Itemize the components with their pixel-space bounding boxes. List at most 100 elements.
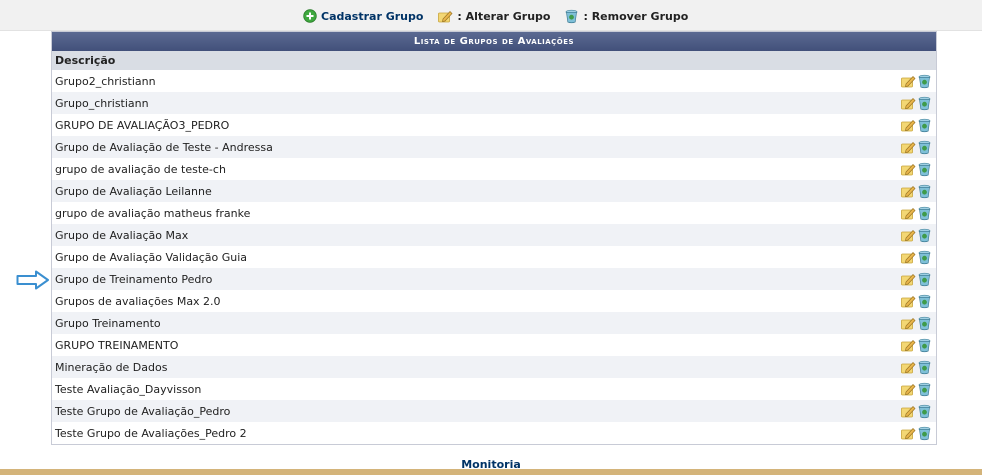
delete-icon[interactable] [917,316,932,331]
table-row: GRUPO DE AVALIAÇÃO3_PEDRO [52,114,936,136]
group-description: Mineração de Dados [55,360,168,374]
delete-icon[interactable] [917,272,932,287]
edit-icon[interactable] [900,249,916,265]
edit-icon[interactable] [900,359,916,375]
group-description: GRUPO TREINAMENTO [55,338,179,352]
row-actions [899,403,936,419]
edit-icon[interactable] [900,337,916,353]
group-description: grupo de avaliação de teste-ch [55,162,226,176]
edit-icon[interactable] [900,227,916,243]
group-description: grupo de avaliação matheus franke [55,206,251,220]
table-row: Grupo de Avaliação de Teste - Andressa [52,136,936,158]
edit-icon[interactable] [900,73,916,89]
pencil-edit-icon [437,8,453,24]
table-row: Teste Avaliação_Dayvisson [52,378,936,400]
group-description: Teste Grupo de Avaliações_Pedro 2 [55,426,247,440]
row-actions [899,337,936,353]
delete-icon[interactable] [917,360,932,375]
row-actions [899,161,936,177]
row-actions [899,95,936,111]
delete-icon[interactable] [917,426,932,441]
delete-icon[interactable] [917,118,932,133]
delete-icon[interactable] [917,338,932,353]
table-row: Grupo_christiann [52,92,936,114]
table-row: GRUPO TREINAMENTO [52,334,936,356]
row-actions [899,117,936,133]
group-description: Grupo de Avaliação de Teste - Andressa [55,140,273,154]
edit-icon[interactable] [900,425,916,441]
row-actions [899,227,936,243]
edit-legend-label: : Alterar Grupo [457,9,551,23]
delete-icon[interactable] [917,228,932,243]
group-description: Teste Avaliação_Dayvisson [55,382,202,396]
delete-icon[interactable] [917,162,932,177]
edit-icon[interactable] [900,183,916,199]
edit-icon[interactable] [900,139,916,155]
table-row: Grupo de Treinamento Pedro [52,268,936,290]
table-row: Grupo Treinamento [52,312,936,334]
delete-icon[interactable] [917,184,932,199]
arrow-right-icon [16,270,50,293]
delete-icon[interactable] [917,96,932,111]
edit-icon[interactable] [900,315,916,331]
row-actions [899,271,936,287]
edit-icon[interactable] [900,95,916,111]
delete-icon[interactable] [917,140,932,155]
group-description: Teste Grupo de Avaliação_Pedro [55,404,231,418]
table-row: Grupo de Avaliação Leilanne [52,180,936,202]
delete-icon[interactable] [917,404,932,419]
table-row: Teste Grupo de Avaliações_Pedro 2 [52,422,936,444]
row-actions [899,139,936,155]
table-body: Grupo2_christiann Grupo_christiann GRUPO D… [52,70,936,444]
group-description: Grupo de Avaliação Max [55,228,189,242]
delete-icon[interactable] [917,382,932,397]
action-legend: Cadastrar Grupo : Alterar Grupo : Remove… [303,8,688,24]
edit-icon[interactable] [900,205,916,221]
row-actions [899,381,936,397]
table-row: grupo de avaliação matheus franke [52,202,936,224]
footer-divider [0,469,982,475]
edit-icon[interactable] [900,403,916,419]
edit-icon[interactable] [900,271,916,287]
table-row: Teste Grupo de Avaliação_Pedro [52,400,936,422]
column-header-description: Descrição [52,51,936,70]
row-actions [899,183,936,199]
add-group-link[interactable]: Cadastrar Grupo [303,9,423,23]
row-actions [899,205,936,221]
group-description: Grupo_christiann [55,96,149,110]
row-actions [899,359,936,375]
group-description: GRUPO DE AVALIAÇÃO3_PEDRO [55,118,230,132]
group-description: Grupo de Treinamento Pedro [55,272,213,286]
top-action-bar: Cadastrar Grupo : Alterar Grupo : Remove… [0,0,982,31]
edit-icon[interactable] [900,381,916,397]
row-actions [899,73,936,89]
group-description: Grupo de Avaliação Leilanne [55,184,212,198]
table-row: Grupo de Avaliação Validação Guia [52,246,936,268]
group-description: Grupo2_christiann [55,74,156,88]
plus-circle-icon[interactable] [303,9,317,23]
delete-icon[interactable] [917,250,932,265]
table-row: Mineração de Dados [52,356,936,378]
table-caption: Lista de Grupos de Avaliações [52,32,936,51]
remove-legend: : Remover Grupo [564,9,688,24]
remove-legend-label: : Remover Grupo [583,9,689,23]
row-actions [899,425,936,441]
row-actions [899,293,936,309]
delete-icon[interactable] [917,74,932,89]
edit-icon[interactable] [900,161,916,177]
delete-icon[interactable] [917,206,932,221]
edit-icon[interactable] [900,293,916,309]
table-row: Grupo2_christiann [52,70,936,92]
row-actions [899,249,936,265]
add-group-label[interactable]: Cadastrar Grupo [321,10,423,23]
group-description: Grupo Treinamento [55,316,161,330]
table-row: grupo de avaliação de teste-ch [52,158,936,180]
group-description: Grupo de Avaliação Validação Guia [55,250,248,264]
table-row: Grupos de avaliações Max 2.0 [52,290,936,312]
delete-icon[interactable] [917,294,932,309]
group-description: Grupos de avaliações Max 2.0 [55,294,221,308]
table-row: Grupo de Avaliação Max [52,224,936,246]
groups-table: Lista de Grupos de Avaliações Descrição … [51,31,937,445]
edit-icon[interactable] [900,117,916,133]
trash-bin-icon [564,9,579,24]
